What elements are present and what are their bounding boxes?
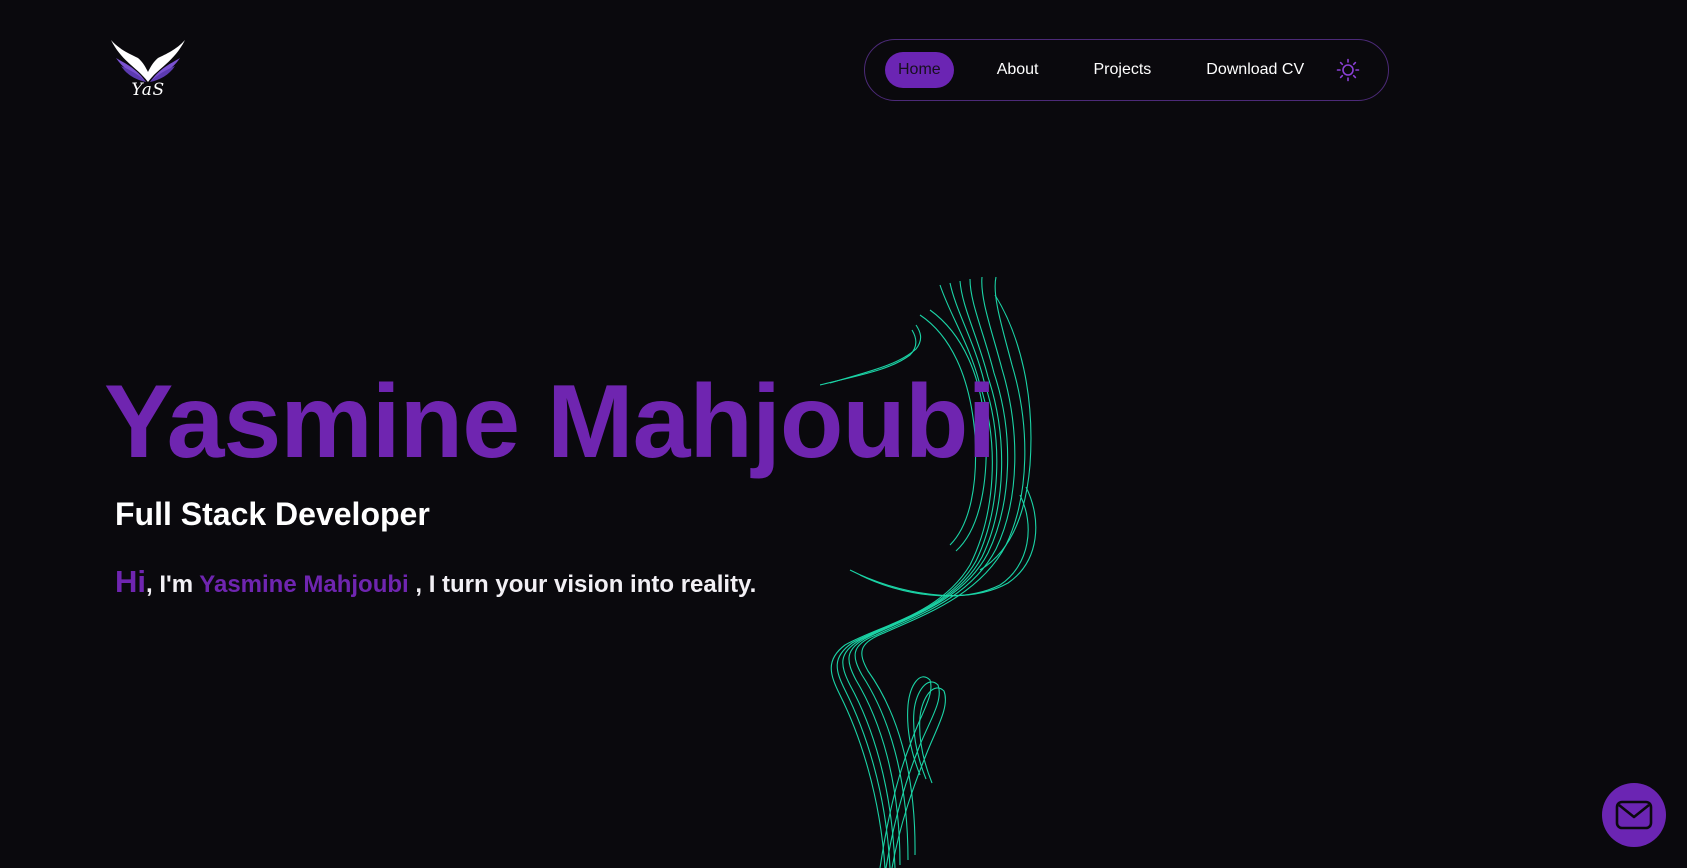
tagline-name: Yasmine Mahjoubi [199, 571, 409, 598]
nav-projects[interactable]: Projects [1081, 52, 1165, 88]
nav-about[interactable]: About [984, 52, 1052, 88]
hero-role: Full Stack Developer [115, 496, 430, 532]
logo-text: YaS [131, 80, 165, 100]
nav-download-cv[interactable]: Download CV [1193, 52, 1317, 88]
hero-tagline: Hi, I'm Yasmine Mahjoubi , I turn your v… [115, 564, 756, 600]
logo[interactable]: YaS [108, 38, 188, 102]
mail-icon [1615, 800, 1653, 830]
theme-toggle-button[interactable] [1335, 57, 1361, 83]
main-nav: Home About Projects Download CV [864, 39, 1389, 101]
tagline-intro: , I'm [146, 571, 200, 598]
hero-name: Yasmine Mahjoubi [104, 364, 996, 480]
tagline-greeting: Hi [115, 564, 146, 599]
page: YaS Home About Projects Download CV Yasm… [0, 0, 1687, 868]
sun-icon [1336, 58, 1360, 82]
contact-mail-button[interactable] [1602, 783, 1666, 847]
tagline-rest: , I turn your vision into reality. [408, 571, 757, 598]
nav-home[interactable]: Home [885, 52, 954, 88]
